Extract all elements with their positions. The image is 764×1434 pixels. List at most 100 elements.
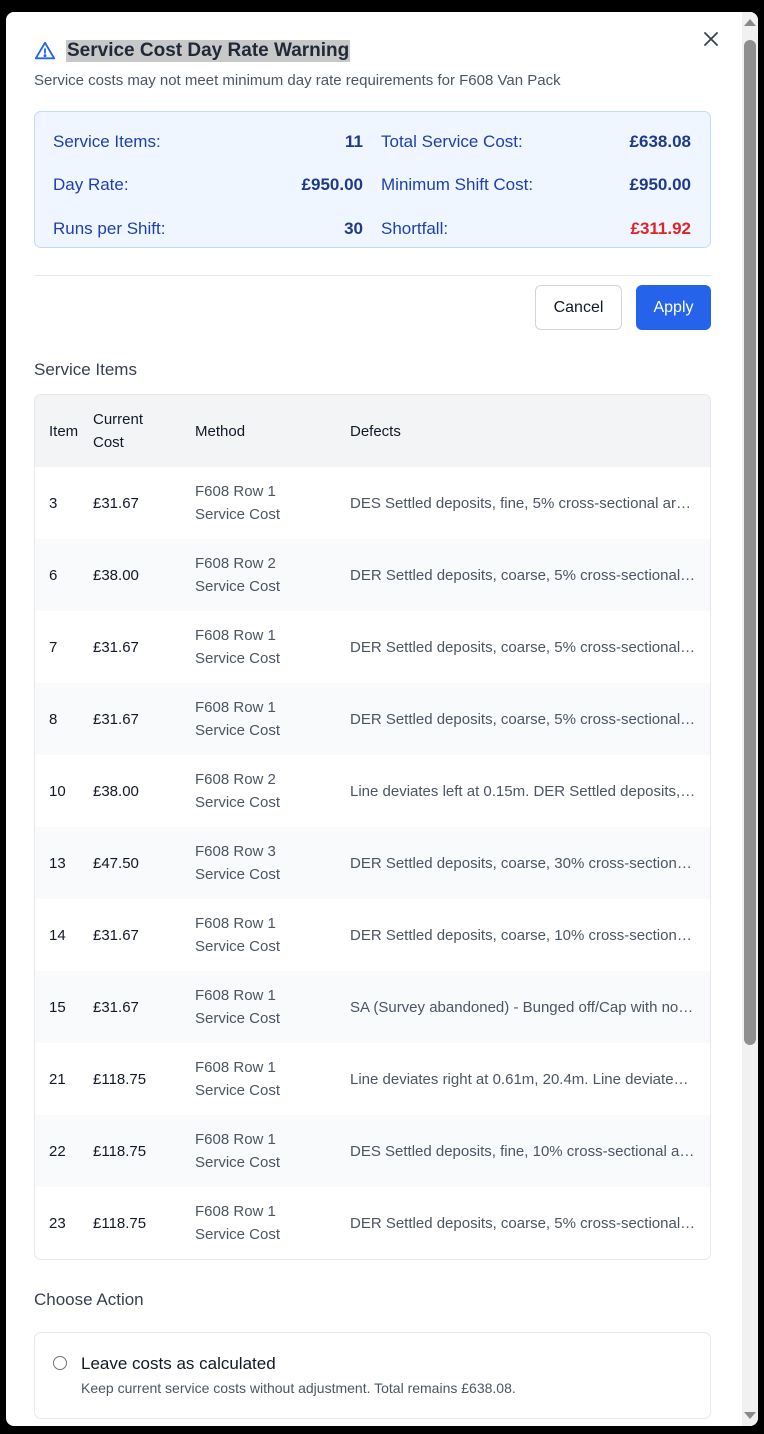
scrollbar-thumb[interactable] <box>744 40 756 1045</box>
choose-action-heading: Choose Action <box>34 1290 144 1309</box>
option-description: Keep current service costs without adjus… <box>81 1380 516 1396</box>
method-cell: F608 Row 1 Service Cost <box>195 627 281 667</box>
day-rate-warning-dialog: Service Cost Day Rate Warning Service co… <box>6 12 758 1426</box>
column-header-item: Item <box>35 395 93 467</box>
defects-cell: DER Settled deposits, coarse, 5% cross-s… <box>350 539 710 611</box>
method-cell: F608 Row 1 Service Cost <box>195 1059 281 1099</box>
title-row: Service Cost Day Rate Warning <box>34 40 711 62</box>
summary-shortfall: Shortfall: £311.92 <box>381 218 691 239</box>
summary-label: Day Rate: <box>53 175 129 195</box>
item-cell: 22 <box>35 1115 93 1187</box>
table-row: 23 £118.75 F608 Row 1 Service Cost DER Sett… <box>35 1187 710 1259</box>
table-row: 3 £31.67 F608 Row 1 Service Cost DES Settle… <box>35 467 710 539</box>
dialog-title: Service Cost Day Rate Warning <box>66 40 351 62</box>
column-header-method: Method <box>195 395 350 467</box>
service-items-heading: Service Items <box>34 360 137 379</box>
method-cell: F608 Row 1 Service Cost <box>195 915 281 955</box>
item-cell: 6 <box>35 539 93 611</box>
column-header-current-cost: Current Cost <box>93 395 195 467</box>
item-cell: 10 <box>49 782 66 800</box>
item-cell: 15 <box>35 971 93 1043</box>
cost-cell: £38.00 <box>93 782 139 800</box>
summary-label: Total Service Cost: <box>381 131 523 151</box>
action-buttons: Cancel Apply <box>34 285 711 330</box>
summary-day-rate: Day Rate: £950.00 <box>53 175 363 196</box>
method-cell: F608 Row 1 Service Cost <box>195 1203 281 1243</box>
cost-cell: £31.67 <box>93 926 139 944</box>
table-row: 7 £31.67 F608 Row 1 Service Cost DER Settle… <box>35 611 710 683</box>
method-cell: F608 Row 1 Service Cost <box>195 483 281 523</box>
table-header-row: Item Current Cost Method Defects <box>35 395 710 467</box>
summary-value: 30 <box>344 218 363 238</box>
cost-cell: £118.75 <box>93 1115 195 1187</box>
cost-cell: £38.00 <box>93 539 195 611</box>
divider <box>34 275 711 276</box>
method-cell: F608 Row 3 Service Cost <box>195 827 350 899</box>
table-row: 10 £38.00 F608 Row 2 Service Cost Line devi… <box>35 755 710 827</box>
item-cell: 14 <box>49 926 66 944</box>
defects-cell: DER Settled deposits, coarse, 5% cross-s… <box>350 1214 710 1232</box>
cost-cell: £31.67 <box>93 971 195 1043</box>
method-cell: F608 Row 1 Service Cost <box>195 1115 350 1187</box>
item-cell: 13 <box>35 827 93 899</box>
table-row: 6 £38.00 F608 Row 2 Service Cost DER Settle… <box>35 539 710 611</box>
method-cell: F608 Row 2 Service Cost <box>195 539 350 611</box>
table-row: 14 £31.67 F608 Row 1 Service Cost DER Settl… <box>35 899 710 971</box>
option-text: Leave costs as calculated Keep current s… <box>81 1354 516 1396</box>
item-cell: 7 <box>49 638 58 656</box>
table-row: 13 £47.50 F608 Row 3 Service Cost DER Settl… <box>35 827 710 899</box>
summary-label: Service Items: <box>53 131 161 151</box>
vertical-scrollbar[interactable] <box>742 12 758 1426</box>
table-row: 8 £31.67 F608 Row 1 Service Cost DER Settle… <box>35 683 710 755</box>
cost-cell: £47.50 <box>93 827 195 899</box>
cost-cell: £118.75 <box>93 1070 147 1088</box>
defects-cell: DER Settled deposits, coarse, 10% cross-… <box>350 926 710 944</box>
defects-cell: DES Settled deposits, fine, 5% cross-sec… <box>350 494 710 512</box>
summary-value: £950.00 <box>629 175 691 195</box>
summary-value: £950.00 <box>301 175 363 195</box>
summary-min-shift-cost: Minimum Shift Cost: £950.00 <box>381 175 691 196</box>
summary-service-items: Service Items: 11 <box>53 131 363 152</box>
warning-triangle-icon <box>34 40 56 62</box>
summary-value: £638.08 <box>629 131 691 151</box>
defects-cell: DES Settled deposits, fine, 10% cross-se… <box>350 1115 710 1187</box>
summary-label: Minimum Shift Cost: <box>381 175 534 195</box>
option-label: Leave costs as calculated <box>81 1354 276 1373</box>
defects-cell: Line deviates left at 0.15m. DER Settled… <box>350 782 710 800</box>
dialog-subtitle: Service costs may not meet minimum day r… <box>34 72 561 89</box>
cost-cell: £31.67 <box>93 638 139 656</box>
apply-button[interactable]: Apply <box>636 285 711 330</box>
option-leave-costs[interactable]: Leave costs as calculated Keep current s… <box>34 1332 711 1419</box>
table-row: 15 £31.67 F608 Row 1 Service Cost SA (Surve… <box>35 971 710 1043</box>
column-header-defects: Defects <box>350 395 710 467</box>
defects-cell: Line deviates right at 0.61m, 20.4m. Lin… <box>350 1070 706 1088</box>
scroll-up-arrow-icon[interactable] <box>744 19 756 26</box>
cancel-button[interactable]: Cancel <box>535 285 622 330</box>
item-cell: 21 <box>49 1070 66 1088</box>
method-cell: F608 Row 1 Service Cost <box>195 683 350 755</box>
cost-summary-panel: Service Items: 11 Total Service Cost: £6… <box>34 111 711 248</box>
cost-cell: £31.67 <box>93 494 139 512</box>
method-cell: F608 Row 1 Service Cost <box>195 971 350 1043</box>
dialog-content: Service Cost Day Rate Warning Service co… <box>34 40 711 1419</box>
summary-total-cost: Total Service Cost: £638.08 <box>381 131 691 152</box>
item-cell: 3 <box>49 494 58 512</box>
summary-label: Shortfall: <box>381 218 449 238</box>
cost-cell: £118.75 <box>93 1214 147 1232</box>
scroll-down-arrow-icon[interactable] <box>744 1412 756 1419</box>
defects-cell: DER Settled deposits, coarse, 5% cross-s… <box>350 683 710 755</box>
method-cell: F608 Row 2 Service Cost <box>195 771 281 811</box>
radio-button[interactable] <box>53 1356 67 1370</box>
summary-runs-per-shift: Runs per Shift: 30 <box>53 218 363 239</box>
defects-cell: DER Settled deposits, coarse, 30% cross-… <box>350 827 710 899</box>
table-row: 21 £118.75 F608 Row 1 Service Cost Line dev… <box>35 1043 710 1115</box>
item-cell: 8 <box>35 683 93 755</box>
item-cell: 23 <box>49 1214 66 1232</box>
summary-label: Runs per Shift: <box>53 218 166 238</box>
table-row: 22 £118.75 F608 Row 1 Service Cost DES Sett… <box>35 1115 710 1187</box>
cost-cell: £31.67 <box>93 683 195 755</box>
defects-cell: SA (Survey abandoned) - Bunged off/Cap w… <box>350 971 710 1043</box>
service-items-table: Item Current Cost Method Defects 3 £31.67… <box>34 394 711 1260</box>
summary-value: 11 <box>345 131 363 151</box>
shortfall-value: £311.92 <box>630 218 691 238</box>
